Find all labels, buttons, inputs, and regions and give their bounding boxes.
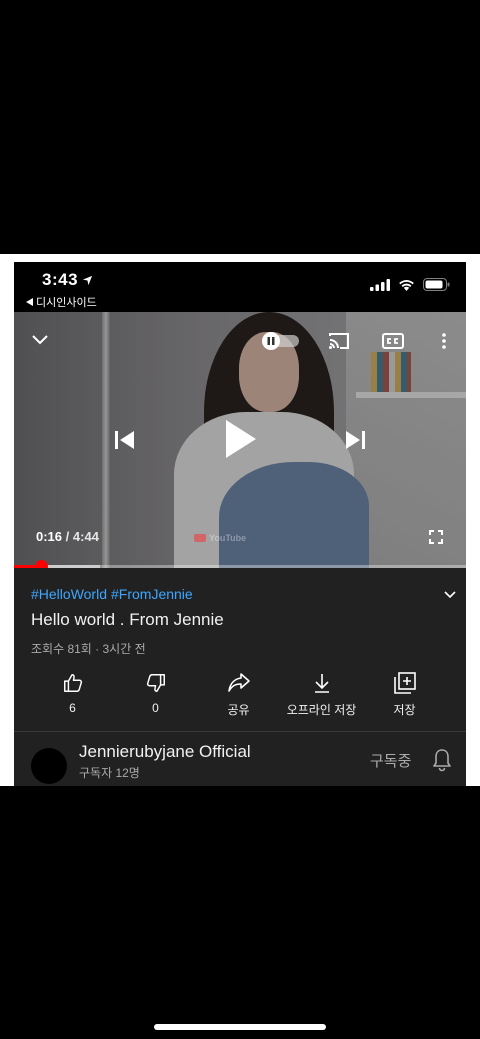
chevron-down-icon (444, 591, 456, 599)
wifi-icon (399, 279, 414, 291)
cast-button[interactable] (326, 330, 352, 352)
share-button[interactable]: 공유 (197, 672, 280, 728)
video-meta: 조회수 81회 · 3시간 전 (31, 642, 146, 656)
current-time: 0:16 (36, 529, 63, 544)
thumbs-down-icon (146, 674, 165, 692)
download-icon (314, 674, 329, 693)
duration: 4:44 (72, 529, 99, 544)
fullscreen-icon (429, 530, 443, 544)
time-display: 0:16 / 4:44 (36, 529, 99, 544)
thumbs-up-icon (63, 674, 82, 692)
back-to-app-link[interactable]: 디시인사이드 (26, 294, 97, 310)
dislike-count: 0 (152, 701, 159, 715)
chevron-down-icon (32, 335, 48, 345)
cast-icon (329, 333, 349, 349)
hashtag-link[interactable]: #FromJennie (111, 586, 193, 602)
previous-button[interactable] (110, 426, 138, 454)
channel-avatar[interactable] (31, 748, 67, 784)
notification-bell-button[interactable] (432, 748, 452, 777)
expand-description-button[interactable] (444, 586, 456, 604)
autoplay-pause-icon (262, 332, 299, 350)
captions-button[interactable] (380, 330, 406, 352)
back-triangle-icon (26, 298, 33, 306)
channel-name[interactable]: Jennierubyjane Official (79, 742, 251, 762)
youtube-watermark: YouTube (194, 533, 246, 543)
share-label: 공유 (227, 703, 250, 717)
youtube-logo-icon (194, 534, 206, 542)
download-button[interactable]: 오프라인 저장 (280, 672, 363, 728)
save-label: 저장 (393, 703, 416, 717)
play-button[interactable] (217, 416, 263, 462)
download-label: 오프라인 저장 (286, 703, 357, 717)
more-vertical-icon (442, 333, 446, 349)
dislike-button[interactable]: 0 (114, 672, 197, 728)
save-button[interactable]: 저장 (363, 672, 446, 728)
channel-row[interactable]: Jennierubyjane Official 구독자 12명 구독중 (14, 732, 466, 786)
closed-captions-icon (382, 333, 404, 349)
like-count: 6 (69, 701, 76, 715)
clock-label: 3:43 (42, 270, 79, 289)
skip-previous-icon (115, 431, 134, 449)
cellular-signal-icon (370, 278, 390, 291)
more-options-button[interactable] (434, 330, 454, 352)
time-separator: / (65, 529, 70, 544)
status-bar: 3:43 디시인사이드 (14, 262, 466, 312)
like-button[interactable]: 6 (31, 672, 114, 728)
battery-icon (423, 278, 450, 291)
fullscreen-button[interactable] (426, 527, 446, 547)
video-player[interactable]: 0:16 / 4:44 YouTube (14, 312, 466, 568)
subscribed-button[interactable]: 구독중 (370, 750, 411, 771)
action-bar: 6 0 공유 오프라인 저장 저장 (14, 672, 466, 728)
bell-icon (433, 749, 451, 772)
status-time: 3:43 (42, 270, 93, 290)
add-to-playlist-icon (393, 672, 416, 694)
next-button[interactable] (342, 426, 370, 454)
watermark-text: YouTube (209, 533, 247, 543)
minimize-button[interactable] (28, 328, 52, 352)
location-arrow-icon (82, 275, 93, 285)
hashtags: #HelloWorld #FromJennie (31, 586, 193, 602)
home-indicator[interactable] (154, 1024, 326, 1030)
hashtag-link[interactable]: #HelloWorld (31, 586, 107, 602)
skip-next-icon (346, 431, 365, 449)
status-icons (370, 278, 450, 291)
video-info-panel: #HelloWorld #FromJennie Hello world . Fr… (14, 568, 466, 786)
video-title: Hello world . From Jennie (31, 610, 224, 629)
autoplay-toggle[interactable] (259, 330, 301, 352)
subscriber-count: 구독자 12명 (79, 766, 140, 780)
back-app-label: 디시인사이드 (36, 297, 97, 309)
play-icon (226, 420, 256, 458)
phone-screen: 3:43 디시인사이드 0:16 / 4:44 YouTube #HelloWo… (14, 262, 466, 786)
share-icon (227, 673, 250, 692)
